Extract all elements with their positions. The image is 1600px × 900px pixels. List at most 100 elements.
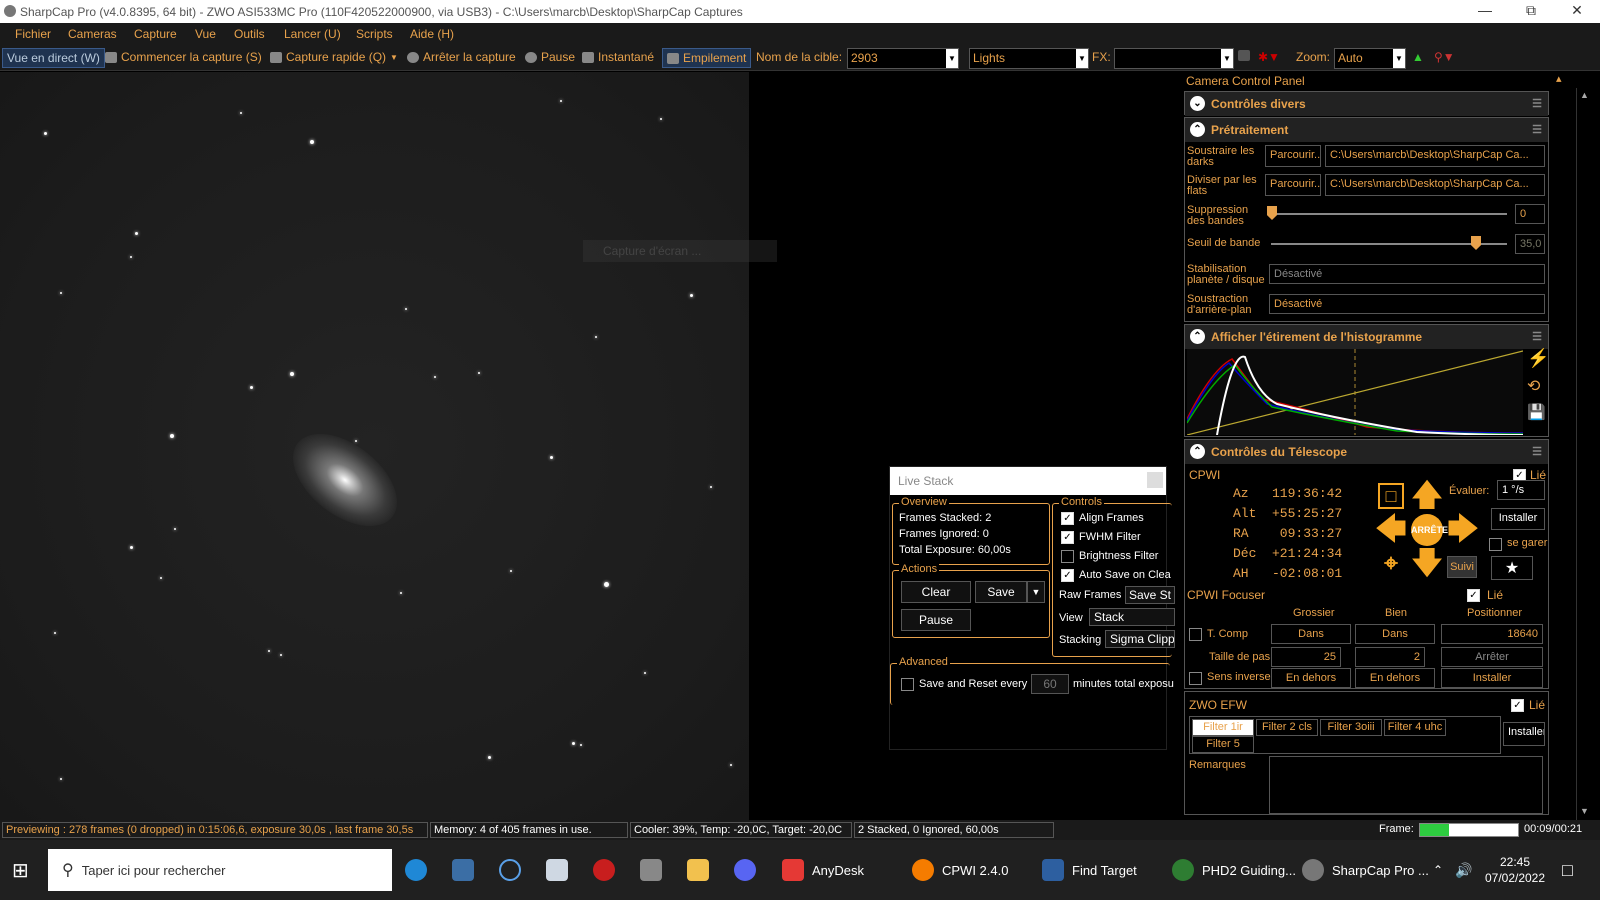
menu-aide[interactable]: Aide (H) bbox=[410, 27, 454, 41]
star-icon[interactable]: ★ bbox=[1491, 556, 1533, 580]
menu-outils[interactable]: Outils bbox=[234, 27, 265, 41]
misc-section[interactable]: ⌄ Contrôles divers ☰ bbox=[1184, 91, 1549, 116]
menu-icon[interactable]: ☰ bbox=[1532, 445, 1542, 458]
taskbar-cpwi[interactable]: CPWI 2.4.0 bbox=[912, 840, 1008, 900]
histogram-icon[interactable]: ▲ bbox=[1412, 50, 1424, 64]
reset-icon[interactable]: ⟲ bbox=[1527, 379, 1540, 395]
menu-capture[interactable]: Capture bbox=[134, 27, 177, 41]
install-button[interactable]: Installer bbox=[1491, 508, 1545, 530]
red-app-icon[interactable] bbox=[593, 840, 615, 900]
star-app-icon[interactable] bbox=[640, 840, 662, 900]
histogram-chart[interactable] bbox=[1187, 349, 1523, 435]
fine-out-button[interactable]: En dehors bbox=[1355, 668, 1435, 688]
menu-icon[interactable]: ☰ bbox=[1532, 97, 1542, 110]
pin-icon[interactable]: ▴ bbox=[1556, 74, 1562, 85]
live-view-button[interactable]: Vue en direct (W) bbox=[2, 48, 105, 68]
scroll-up-icon[interactable]: ▲ bbox=[1580, 90, 1589, 100]
chevron-up-icon[interactable]: ⌃ bbox=[1190, 122, 1205, 137]
menu-lancer[interactable]: Lancer (U) bbox=[284, 27, 341, 41]
chevron-up-icon[interactable]: ⌃ bbox=[1190, 444, 1205, 459]
menu-icon[interactable]: ☰ bbox=[1532, 330, 1542, 343]
fine-in-button[interactable]: Dans bbox=[1355, 624, 1435, 644]
efw-install-button[interactable]: Installer bbox=[1503, 722, 1545, 746]
track-button[interactable]: Suivi bbox=[1447, 556, 1477, 578]
magnify-icon[interactable]: ⚲▼ bbox=[1434, 50, 1455, 64]
minutes-stepper[interactable]: 60 bbox=[1031, 674, 1069, 694]
fwhm-checkbox[interactable]: ✓ bbox=[1061, 531, 1074, 544]
save-button[interactable]: Save bbox=[975, 581, 1027, 603]
clear-button[interactable]: Clear bbox=[901, 581, 971, 603]
menu-scripts[interactable]: Scripts bbox=[356, 27, 393, 41]
volume-icon[interactable]: 🔊 bbox=[1455, 840, 1472, 900]
snapshot-button[interactable]: Instantané bbox=[582, 50, 654, 64]
clock[interactable]: 22:45 07/02/2022 bbox=[1478, 840, 1552, 900]
quick-capture-button[interactable]: Capture rapide (Q) ▼ bbox=[270, 50, 398, 64]
taskbar-sharpcap[interactable]: SharpCap Pro ... bbox=[1302, 840, 1429, 900]
arrow-up-icon[interactable]: 🡅 bbox=[1411, 480, 1443, 512]
minimize-icon[interactable]: — bbox=[1462, 2, 1508, 22]
save-icon[interactable]: 💾 bbox=[1527, 405, 1546, 420]
focuser-stop-button[interactable]: Arrêter bbox=[1441, 647, 1543, 667]
arrow-right-icon[interactable]: 🡆 bbox=[1447, 514, 1479, 546]
frame-type-combo[interactable]: Lights ▼ bbox=[969, 48, 1089, 69]
edge-icon[interactable] bbox=[405, 840, 427, 900]
threshold-slider-thumb[interactable] bbox=[1471, 236, 1481, 250]
fx-combo[interactable]: ▼ bbox=[1114, 48, 1234, 69]
banding-value[interactable]: 0 bbox=[1515, 204, 1545, 224]
app-icon[interactable] bbox=[452, 840, 474, 900]
notes-textarea[interactable] bbox=[1269, 756, 1543, 814]
chevron-up-icon[interactable]: ⌃ bbox=[1190, 329, 1205, 344]
pause-button[interactable]: Pause bbox=[901, 609, 971, 631]
restore-icon[interactable]: ⧉ bbox=[1508, 2, 1554, 22]
target-name-combo[interactable]: 2903 ▼ bbox=[847, 48, 959, 69]
chevron-down-icon[interactable]: ⌄ bbox=[1190, 96, 1205, 111]
park-checkbox[interactable] bbox=[1489, 538, 1502, 551]
fine-step-stepper[interactable]: 2 bbox=[1355, 647, 1425, 667]
chevron-down-icon[interactable]: ▼ bbox=[1393, 49, 1405, 68]
chevron-down-icon[interactable]: ▼ bbox=[946, 49, 958, 68]
menu-vue[interactable]: Vue bbox=[195, 27, 216, 41]
flats-browse-button[interactable]: Parcourir... bbox=[1265, 174, 1321, 196]
banding-slider-thumb[interactable] bbox=[1267, 206, 1277, 220]
tray-chevron-icon[interactable]: ⌃ bbox=[1433, 840, 1443, 900]
scroll-down-icon[interactable]: ▼ bbox=[1580, 806, 1589, 816]
coarse-out-button[interactable]: En dehors bbox=[1271, 668, 1351, 688]
align-checkbox[interactable]: ✓ bbox=[1061, 512, 1074, 525]
rate-combo[interactable]: 1 °/s bbox=[1497, 480, 1545, 500]
pause-button[interactable]: Pause bbox=[525, 50, 575, 64]
windows-start-icon[interactable]: ⊞ bbox=[12, 840, 36, 900]
view-combo[interactable]: Stack bbox=[1089, 608, 1175, 626]
efw-linked-checkbox[interactable]: ✓ bbox=[1511, 699, 1524, 712]
arrow-down-icon[interactable]: 🡇 bbox=[1411, 548, 1443, 580]
coarse-in-button[interactable]: Dans bbox=[1271, 624, 1351, 644]
darks-browse-button[interactable]: Parcourir... bbox=[1265, 145, 1321, 167]
reticle-icon[interactable]: ✱▼ bbox=[1258, 50, 1280, 64]
chevron-down-icon[interactable]: ▼ bbox=[1027, 581, 1045, 603]
close-icon[interactable] bbox=[1147, 472, 1163, 488]
lightning-icon[interactable]: ⚡ bbox=[1527, 349, 1549, 367]
tcomp-checkbox[interactable] bbox=[1189, 628, 1202, 641]
notification-icon[interactable]: □ bbox=[1562, 840, 1573, 900]
banding-slider[interactable] bbox=[1271, 213, 1507, 215]
filter-tab-3[interactable]: Filter 3oiii bbox=[1320, 719, 1382, 736]
zoom-combo[interactable]: Auto ▼ bbox=[1334, 48, 1406, 69]
taskbar-phd2[interactable]: PHD2 Guiding... bbox=[1172, 840, 1296, 900]
stack-button[interactable]: Empilement bbox=[662, 48, 752, 68]
save-reset-checkbox[interactable] bbox=[901, 678, 914, 691]
darks-path-combo[interactable]: C:\Users\marcb\Desktop\SharpCap Ca... bbox=[1325, 145, 1545, 167]
stop-capture-button[interactable]: Arrêter la capture bbox=[407, 50, 516, 64]
taskbar-find-target[interactable]: Find Target bbox=[1042, 840, 1137, 900]
filter-tab-5[interactable]: Filter 5 bbox=[1192, 736, 1254, 753]
threshold-value[interactable]: 35,0 bbox=[1515, 234, 1545, 254]
crosshair-icon[interactable]: ⌖ bbox=[1375, 548, 1407, 580]
close-icon[interactable]: ✕ bbox=[1554, 2, 1600, 22]
chevron-down-icon[interactable]: ▼ bbox=[1076, 49, 1088, 68]
focuser-linked-checkbox[interactable]: ✓ bbox=[1467, 589, 1480, 602]
chevron-down-icon[interactable]: ▼ bbox=[1221, 49, 1233, 68]
menu-fichier[interactable]: Fichier bbox=[15, 27, 51, 41]
filter-tab-1[interactable]: Filter 1ir bbox=[1192, 719, 1254, 736]
flats-path-combo[interactable]: C:\Users\marcb\Desktop\SharpCap Ca... bbox=[1325, 174, 1545, 196]
filter-tab-4[interactable]: Filter 4 uhc bbox=[1384, 719, 1446, 736]
menu-cameras[interactable]: Cameras bbox=[68, 27, 117, 41]
autosave-checkbox[interactable]: ✓ bbox=[1061, 569, 1074, 582]
